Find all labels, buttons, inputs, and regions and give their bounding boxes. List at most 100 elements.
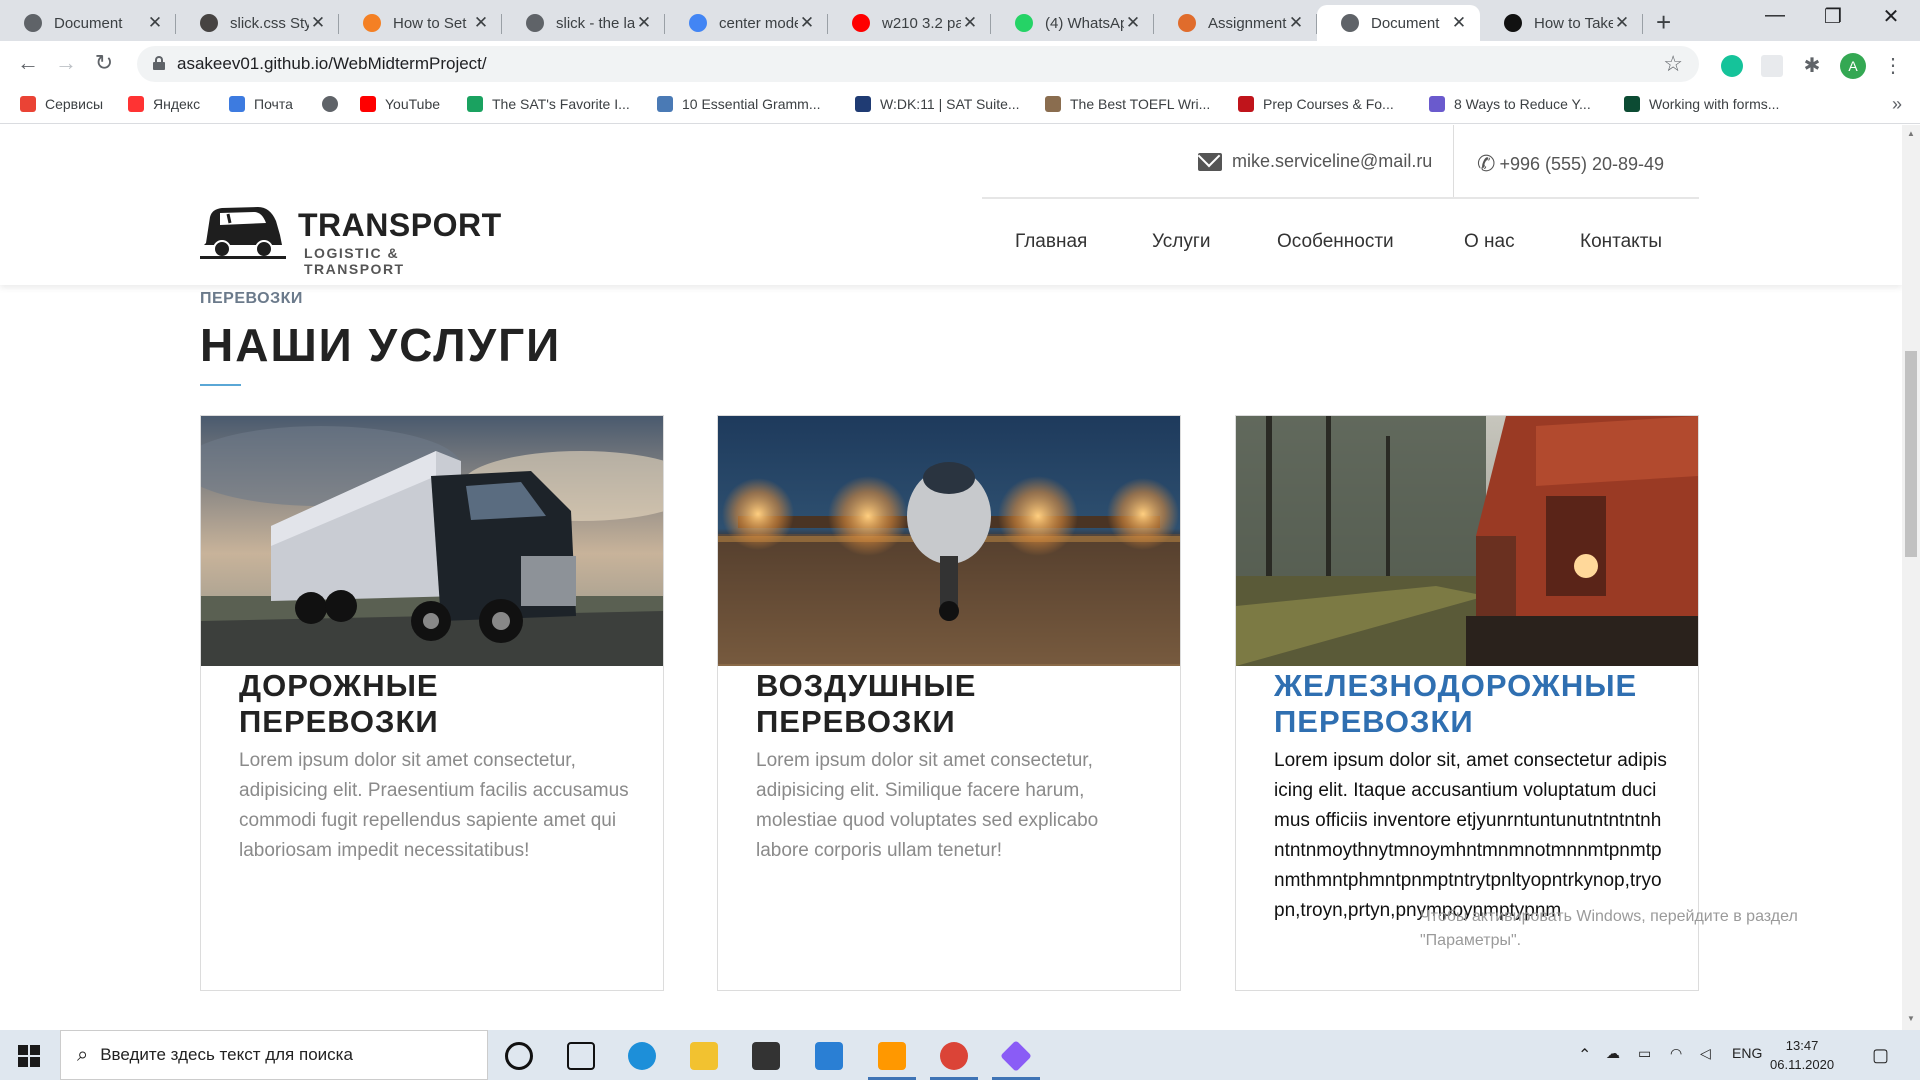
edge-icon[interactable]: [628, 1042, 656, 1070]
email-text[interactable]: mike.serviceline@mail.ru: [1232, 151, 1432, 172]
tab-strip: Document✕slick.css Style✕How to Set✕slic…: [0, 0, 1920, 41]
mail-app-icon[interactable]: [815, 1042, 843, 1070]
app-icon[interactable]: [1000, 1040, 1032, 1072]
bookmark-item[interactable]: Working with forms...: [1624, 96, 1779, 112]
reload-icon[interactable]: ↻: [90, 50, 118, 76]
service-card-air[interactable]: ВОЗДУШНЫЕ ПЕРЕВОЗКИ Lorem ipsum dolor si…: [717, 415, 1181, 991]
tab-favicon-icon: [1504, 14, 1522, 32]
tab-close-icon[interactable]: ✕: [635, 13, 653, 33]
chrome-icon[interactable]: [940, 1042, 968, 1070]
new-tab-button[interactable]: +: [1656, 7, 1671, 38]
browser-tab[interactable]: How to Take ✕: [1480, 5, 1643, 41]
tab-favicon-icon: [24, 14, 42, 32]
system-clock[interactable]: 13:47 06.11.2020: [1770, 1036, 1834, 1074]
service-card-road[interactable]: ДОРОЖНЫЕ ПЕРЕВОЗКИ Lorem ipsum dolor sit…: [200, 415, 664, 991]
nav-features[interactable]: Особенности: [1277, 231, 1394, 253]
bookmark-item[interactable]: Яндекс: [128, 96, 200, 112]
bookmark-item[interactable]: W:DK:11 | SAT Suite...: [855, 96, 1020, 112]
browser-tab[interactable]: How to Set ✕: [339, 5, 502, 41]
taskbar-search-box[interactable]: ⌕ Введите здесь текст для поиска: [60, 1030, 488, 1080]
card-title-line1: ЖЕЛЕЗНОДОРОЖНЫЕ: [1274, 668, 1638, 703]
bookmark-item[interactable]: Почта: [229, 96, 293, 112]
bookmark-favicon-icon: [1429, 96, 1445, 112]
url-text[interactable]: asakeev01.github.io/WebMidtermProject/: [177, 54, 487, 74]
tab-close-icon[interactable]: ✕: [1613, 13, 1631, 33]
nav-contacts[interactable]: Контакты: [1580, 231, 1662, 253]
browser-tab[interactable]: w210 3.2 pa ✕: [828, 5, 991, 41]
restore-icon[interactable]: ❐: [1818, 4, 1848, 29]
tab-title: center mode: [719, 14, 798, 32]
bookmark-item[interactable]: [322, 96, 347, 112]
scroll-up-arrow-icon[interactable]: ▲: [1907, 129, 1915, 138]
tab-title: slick - the la: [556, 14, 635, 32]
notifications-icon[interactable]: ▢: [1872, 1045, 1889, 1066]
windows-start-icon[interactable]: [18, 1045, 40, 1067]
bookmark-item[interactable]: The Best TOEFL Wri...: [1045, 96, 1210, 112]
bookmark-item[interactable]: The SAT's Favorite I...: [467, 96, 630, 112]
watermark-line2: "Параметры".: [1420, 932, 1522, 949]
tab-close-icon[interactable]: ✕: [1287, 13, 1305, 33]
browser-tab[interactable]: center mode ✕: [665, 5, 828, 41]
tab-close-icon[interactable]: ✕: [1124, 13, 1142, 33]
site-logo[interactable]: TRANSPORT LOGISTIC & TRANSPORT: [200, 203, 502, 277]
store-icon[interactable]: [752, 1042, 780, 1070]
taskbar-search-placeholder[interactable]: Введите здесь текст для поиска: [100, 1045, 353, 1065]
volume-icon[interactable]: ◁: [1700, 1045, 1711, 1062]
bookmark-item[interactable]: 8 Ways to Reduce Y...: [1429, 96, 1591, 112]
nav-services[interactable]: Услуги: [1152, 231, 1210, 253]
bookmark-item[interactable]: YouTube: [360, 96, 440, 112]
truck-photo: [201, 416, 663, 666]
battery-icon[interactable]: ▭: [1638, 1045, 1651, 1062]
minimize-icon[interactable]: —: [1760, 4, 1790, 27]
bookmark-favicon-icon: [657, 96, 673, 112]
email-contact[interactable]: mike.serviceline@mail.ru: [1198, 151, 1432, 172]
file-explorer-icon[interactable]: [690, 1042, 718, 1070]
onedrive-icon[interactable]: ☁: [1606, 1045, 1620, 1062]
sublime-text-icon[interactable]: [878, 1042, 906, 1070]
browser-tab[interactable]: (4) WhatsAp ✕: [991, 5, 1154, 41]
browser-tab[interactable]: slick - the la ✕: [502, 5, 665, 41]
tab-close-icon[interactable]: ✕: [146, 13, 164, 33]
browser-tab[interactable]: slick.css Style✕: [176, 5, 339, 41]
bookmark-item[interactable]: Сервисы: [20, 96, 103, 112]
tab-close-icon[interactable]: ✕: [309, 13, 327, 33]
back-arrow-icon[interactable]: ←: [14, 50, 42, 76]
menu-kebab-icon[interactable]: ⋮: [1882, 53, 1904, 77]
grammarly-extension-icon[interactable]: [1721, 55, 1743, 77]
logo-title: TRANSPORT: [298, 207, 502, 243]
browser-tab[interactable]: Document ✕: [1317, 5, 1480, 41]
bookmark-item[interactable]: 10 Essential Gramm...: [657, 96, 821, 112]
nav-home[interactable]: Главная: [1015, 231, 1087, 253]
phone-text[interactable]: +996 (555) 20-89-49: [1499, 154, 1664, 175]
forward-arrow-icon[interactable]: →: [52, 50, 80, 76]
nav-about[interactable]: О нас: [1464, 231, 1515, 253]
phone-icon: ✆: [1477, 151, 1496, 176]
scrollbar-thumb[interactable]: [1905, 351, 1917, 557]
profile-avatar[interactable]: A: [1840, 53, 1866, 79]
bookmark-item[interactable]: Prep Courses & Fo...: [1238, 96, 1394, 112]
task-view-icon[interactable]: [567, 1042, 595, 1070]
cortana-icon[interactable]: [505, 1042, 533, 1070]
puzzle-extensions-icon[interactable]: ✱: [1801, 55, 1823, 77]
tab-close-icon[interactable]: ✕: [961, 13, 979, 33]
language-indicator[interactable]: ENG: [1732, 1045, 1762, 1061]
tab-title: Document: [54, 14, 123, 32]
tray-chevron-icon[interactable]: ⌃: [1578, 1045, 1591, 1065]
card-title: ВОЗДУШНЫЕ ПЕРЕВОЗКИ: [756, 668, 976, 740]
address-bar[interactable]: asakeev01.github.io/WebMidtermProject/ ☆: [137, 46, 1699, 82]
browser-tab[interactable]: Assignment ✕: [1154, 5, 1317, 41]
page-scrollbar[interactable]: ▲ ▼: [1902, 125, 1920, 1030]
site-header: mike.serviceline@mail.ru ✆ +996 (555) 20…: [0, 125, 1902, 285]
scroll-down-arrow-icon[interactable]: ▼: [1907, 1014, 1915, 1023]
tab-close-icon[interactable]: ✕: [472, 13, 490, 33]
phone-contact[interactable]: ✆ +996 (555) 20-89-49: [1477, 151, 1664, 177]
extension-icon[interactable]: [1761, 55, 1783, 77]
window-close-icon[interactable]: ✕: [1876, 4, 1906, 29]
wifi-icon[interactable]: ◠: [1670, 1045, 1682, 1062]
browser-tab[interactable]: Document ✕: [0, 5, 176, 41]
bookmark-star-icon[interactable]: ☆: [1663, 51, 1683, 77]
tab-close-icon[interactable]: ✕: [798, 13, 816, 33]
bookmark-favicon-icon: [322, 96, 338, 112]
tab-close-icon[interactable]: ✕: [1450, 13, 1468, 33]
bookmarks-more-icon[interactable]: »: [1892, 94, 1902, 115]
